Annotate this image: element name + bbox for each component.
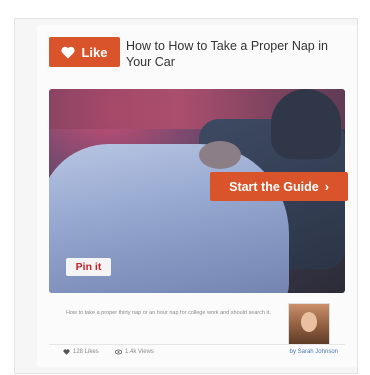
pin-it-button[interactable]: Pin it bbox=[66, 258, 111, 276]
start-guide-button[interactable]: Start the Guide › bbox=[210, 172, 348, 201]
author-link[interactable]: by Sarah Johnson bbox=[290, 349, 338, 355]
guide-title[interactable]: How to How to Take a Proper Nap in Your … bbox=[126, 38, 351, 70]
guide-description: How to take a proper thirty nap or an ho… bbox=[66, 310, 271, 316]
divider bbox=[49, 344, 345, 345]
guide-stats: 128 Likes 1.4k Views by Sarah Johnson bbox=[63, 349, 338, 359]
arrow-right-icon: › bbox=[324, 179, 329, 194]
likes-count: 128 Likes bbox=[73, 349, 99, 355]
like-button[interactable]: Like bbox=[49, 37, 120, 67]
likes-stat: 128 Likes bbox=[63, 349, 99, 355]
pin-it-label: Pin it bbox=[75, 261, 102, 273]
like-label: Like bbox=[81, 44, 108, 60]
heart-icon bbox=[63, 349, 70, 355]
views-stat: 1.4k Views bbox=[115, 349, 154, 355]
start-guide-label: Start the Guide bbox=[229, 179, 319, 194]
views-count: 1.4k Views bbox=[125, 349, 154, 355]
heart-icon bbox=[61, 46, 76, 58]
eye-icon bbox=[115, 349, 122, 355]
author-avatar[interactable] bbox=[288, 303, 330, 345]
